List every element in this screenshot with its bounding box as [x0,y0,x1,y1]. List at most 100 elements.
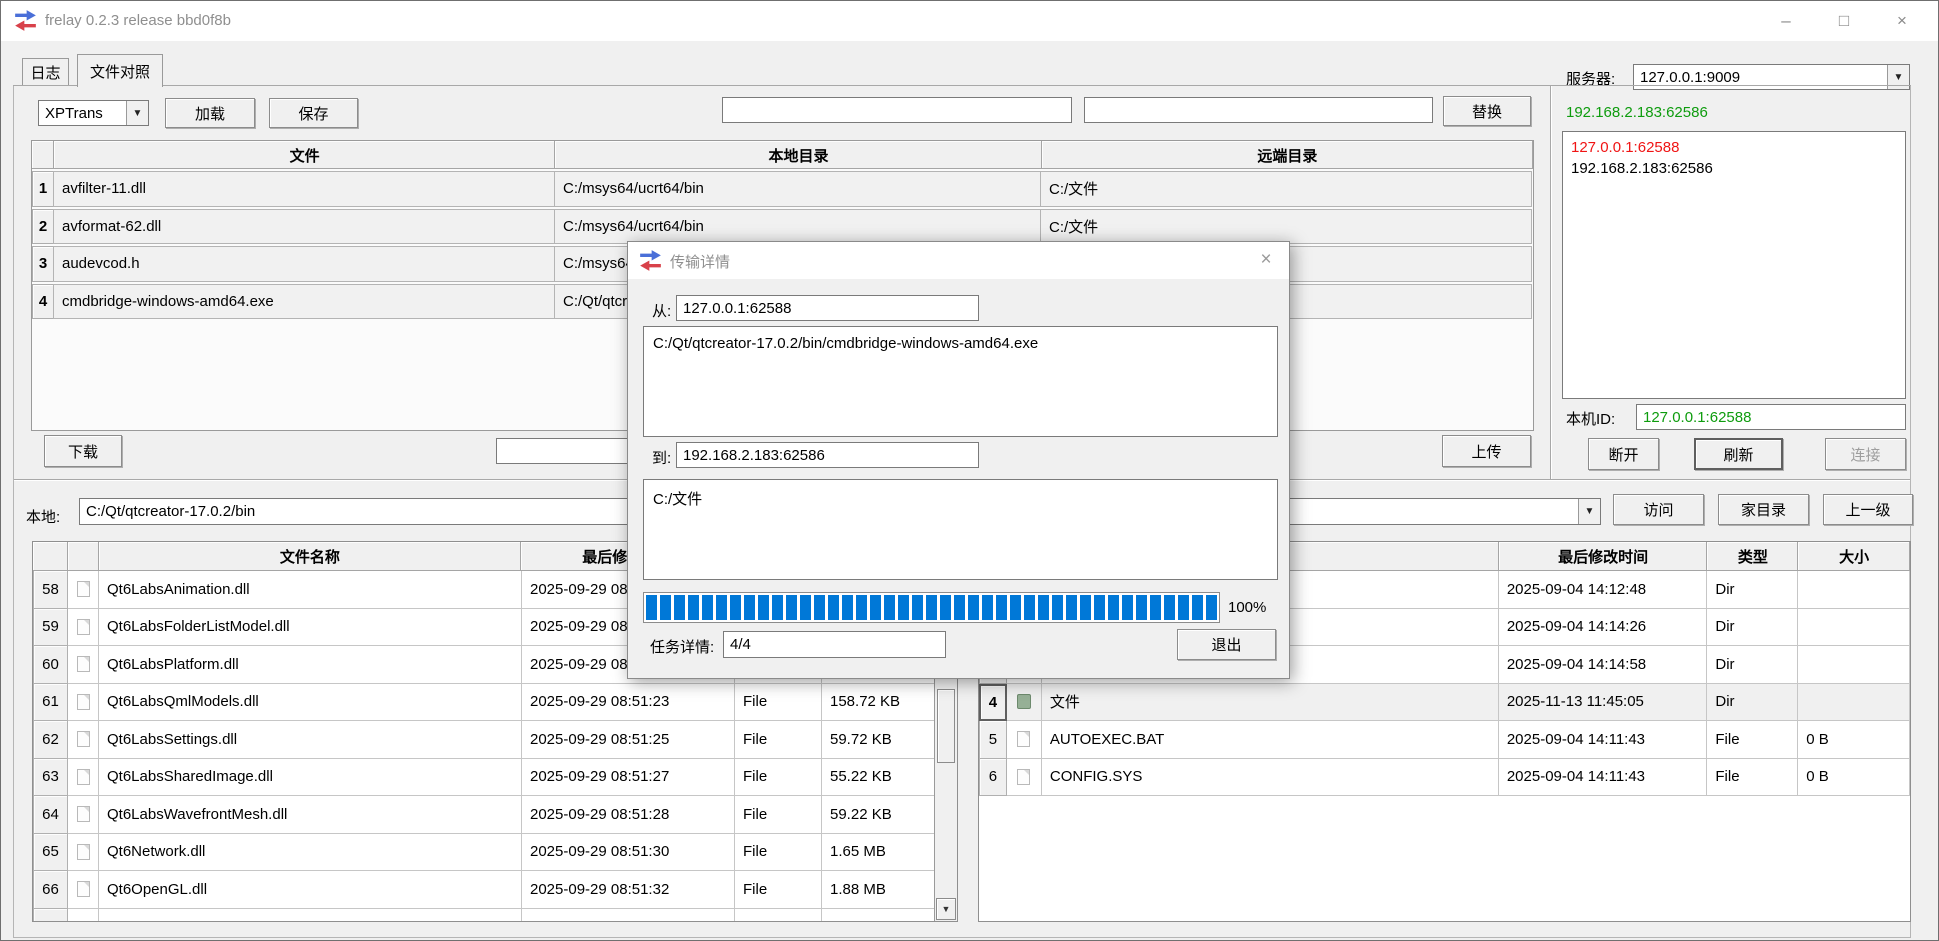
app-transfer-arrows-icon [639,249,662,272]
disconnect-button[interactable]: 断开 [1588,438,1659,470]
size-cell: 0 B [1798,759,1910,797]
col-header-mtime[interactable]: 最后修改时间 [1499,542,1708,571]
local-path-dropdown-icon[interactable]: ▼ [1578,499,1600,524]
col-header-remote-dir[interactable]: 远端目录 [1042,141,1533,169]
load-button[interactable]: 加载 [165,98,255,128]
row-number: 2 [32,209,54,245]
source-path-textarea[interactable]: C:/Qt/qtcreator-17.0.2/bin/cmdbridge-win… [643,326,1278,437]
table-row[interactable]: 66 Qt6OpenGL.dll 2025-09-29 08:51:32 Fil… [33,871,957,909]
preset-combo-dropdown-icon[interactable]: ▼ [126,101,148,125]
dialog-close-icon[interactable]: × [1251,246,1281,274]
row-number: 4 [32,284,54,320]
remote-dir-cell: C:/文件 [1040,209,1532,245]
server-address-combo[interactable]: 127.0.0.1:9009 ▼ [1633,64,1910,90]
save-button[interactable]: 保存 [269,98,358,128]
table-row[interactable]: 62 Qt6LabsSettings.dll 2025-09-29 08:51:… [33,721,957,759]
row-number [33,909,68,923]
size-cell: 55.22 KB [822,759,935,797]
table-row[interactable]: 63 Qt6LabsSharedImage.dll 2025-09-29 08:… [33,759,957,797]
download-button[interactable]: 下载 [44,435,122,467]
from-label: 从: [652,300,671,321]
file-icon [1007,759,1042,797]
mtime-cell: 2025-09-29 08:51:23 [522,684,735,722]
mtime-cell: 2025-09-04 14:11:43 [1499,759,1708,797]
table-row[interactable]: 6 CONFIG.SYS 2025-09-04 14:11:43 File 0 … [979,759,1910,797]
mtime-cell: 2025-11-13 11:45:05 [1499,684,1708,722]
maximize-button[interactable]: □ [1825,6,1863,36]
client-item-peer[interactable]: 192.168.2.183:62586 [1571,158,1897,179]
progress-percent-label: 100% [1228,599,1266,616]
table-row[interactable]: 2 avformat-62.dll C:/msys64/ucrt64/bin C… [32,209,1533,245]
size-cell: 1.65 MB [822,834,935,872]
from-input[interactable] [676,295,979,321]
type-cell: File [735,796,822,834]
upload-button[interactable]: 上传 [1442,435,1531,467]
col-header-filename[interactable]: 文件名称 [99,542,521,571]
row-number: 62 [33,721,68,759]
compare-table-header: 文件 本地目录 远端目录 [32,141,1533,169]
file-icon [68,909,99,923]
corner-header-cell [32,141,54,169]
task-details-input[interactable] [723,631,946,658]
file-icon [68,571,99,609]
type-cell: File [735,759,822,797]
close-button[interactable]: × [1883,6,1921,36]
file-icon [68,834,99,872]
client-list[interactable]: 127.0.0.1:62588 192.168.2.183:62586 [1562,131,1906,399]
client-item-self[interactable]: 127.0.0.1:62588 [1571,137,1897,158]
up-level-button[interactable]: 上一级 [1823,494,1913,525]
table-row[interactable]: 61 Qt6LabsQmlModels.dll 2025-09-29 08:51… [33,684,957,722]
col-header-size[interactable]: 大小 [1798,542,1910,571]
search-input[interactable] [722,97,1072,123]
mtime-cell [522,909,735,923]
local-id-label: 本机ID: [1566,408,1615,429]
row-number: 5 [979,721,1007,759]
mtime-cell: 2025-09-04 14:14:26 [1499,609,1708,647]
exit-button[interactable]: 退出 [1177,629,1276,660]
type-cell: Dir [1707,646,1798,684]
to-input[interactable] [676,442,979,468]
remote-dir-cell: C:/文件 [1040,171,1532,207]
type-cell: File [1707,721,1798,759]
folder-icon [1007,684,1042,722]
row-number: 61 [33,684,68,722]
table-row-selected[interactable]: 4 文件 2025-11-13 11:45:05 Dir [979,684,1910,722]
table-row[interactable]: 64 Qt6LabsWavefrontMesh.dll 2025-09-29 0… [33,796,957,834]
filename-cell: Qt6LabsSettings.dll [99,721,522,759]
visit-button[interactable]: 访问 [1613,494,1704,525]
file-icon [68,646,99,684]
table-row[interactable]: 1 avfilter-11.dll C:/msys64/ucrt64/bin C… [32,171,1533,207]
col-header-local-dir[interactable]: 本地目录 [555,141,1041,169]
corner-header-cell [33,542,68,571]
table-row[interactable]: 65 Qt6Network.dll 2025-09-29 08:51:30 Fi… [33,834,957,872]
file-icon [68,759,99,797]
scroll-down-arrow-icon[interactable]: ▼ [936,898,956,920]
minimize-button[interactable]: – [1767,6,1805,36]
scrollbar-thumb[interactable] [937,689,955,763]
filename-cell [99,909,522,923]
row-number: 6 [979,759,1007,797]
to-label: 到: [652,447,671,468]
tab-log[interactable]: 日志 [22,58,69,85]
replace-input[interactable] [1084,97,1433,123]
transfer-details-dialog: 传输详情 × 从: C:/Qt/qtcreator-17.0.2/bin/cmd… [627,241,1290,679]
local-id-field: 127.0.0.1:62588 [1636,404,1906,430]
table-row[interactable]: 5 AUTOEXEC.BAT 2025-09-04 14:11:43 File … [979,721,1910,759]
row-number: 3 [32,246,54,282]
replace-button[interactable]: 替换 [1443,96,1531,126]
dest-path-textarea[interactable]: C:/文件 [643,479,1278,580]
type-cell: File [735,871,822,909]
peer-id-text: 192.168.2.183:62586 [1566,104,1708,121]
connect-button[interactable]: 连接 [1825,438,1906,470]
col-header-type[interactable]: 类型 [1707,542,1798,571]
refresh-button[interactable]: 刷新 [1694,438,1783,470]
preset-combo[interactable]: XPTrans ▼ [38,100,149,126]
row-number: 66 [33,871,68,909]
tab-file-compare[interactable]: 文件对照 [77,54,163,87]
file-cell: avfilter-11.dll [53,171,555,207]
col-header-file[interactable]: 文件 [54,141,555,169]
file-cell: avformat-62.dll [53,209,555,245]
tab-pane-border [13,85,1911,86]
home-dir-button[interactable]: 家目录 [1718,494,1809,525]
type-cell: File [735,721,822,759]
